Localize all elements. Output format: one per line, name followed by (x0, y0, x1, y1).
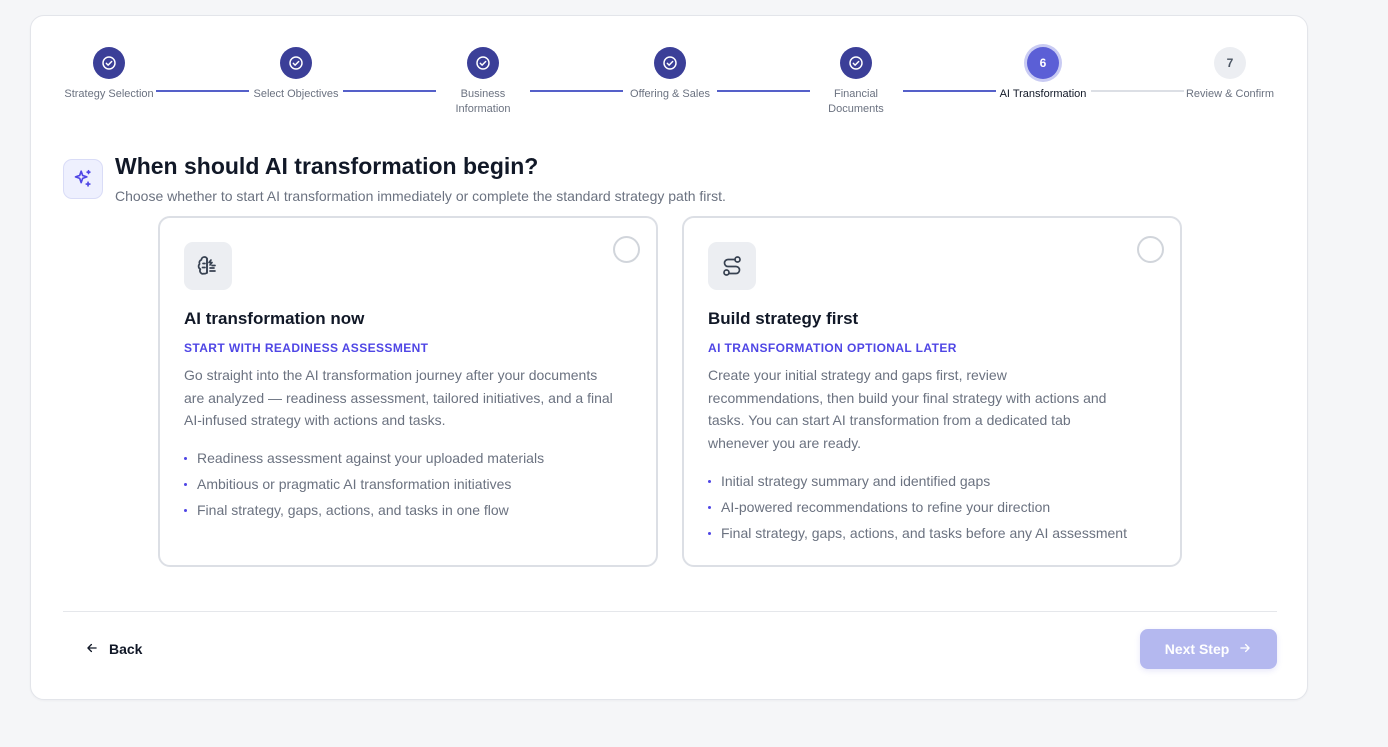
back-button[interactable]: Back (75, 629, 152, 669)
step-label: Offering & Sales (630, 88, 710, 100)
option-radio[interactable] (1137, 236, 1164, 263)
step-number: 7 (1214, 47, 1246, 79)
check-circle-icon (467, 47, 499, 79)
arrow-left-icon (85, 641, 99, 658)
step-business-information[interactable]: Business Information (413, 47, 553, 117)
list-item: Readiness assessment against your upload… (184, 450, 544, 467)
check-circle-icon (280, 47, 312, 79)
step-number: 6 (1027, 47, 1059, 79)
option-tag: AI TRANSFORMATION OPTIONAL LATER (708, 341, 957, 355)
step-offering-sales[interactable]: Offering & Sales (600, 47, 740, 102)
option-bullets: Initial strategy summary and identified … (708, 473, 1127, 551)
step-label: Select Objectives (253, 88, 339, 100)
back-label: Back (109, 641, 143, 657)
page-subtitle: Choose whether to start AI transformatio… (115, 188, 726, 204)
check-circle-icon (840, 47, 872, 79)
check-circle-icon (93, 47, 125, 79)
brain-icon (184, 242, 232, 290)
wizard-card: Strategy Selection Select Objectives Bus… (30, 15, 1308, 700)
list-item: Final strategy, gaps, actions, and tasks… (708, 525, 1127, 542)
option-ai-transformation-now[interactable]: AI transformation now START WITH READINE… (158, 216, 658, 567)
list-item: Final strategy, gaps, actions, and tasks… (184, 502, 544, 519)
step-financial-documents[interactable]: Financial Documents (786, 47, 926, 117)
option-tag: START WITH READINESS ASSESSMENT (184, 341, 429, 355)
step-select-objectives[interactable]: Select Objectives (226, 47, 366, 102)
next-step-button[interactable]: Next Step (1140, 629, 1277, 669)
list-item: AI-powered recommendations to refine you… (708, 499, 1127, 516)
step-label: Review & Confirm (1185, 88, 1275, 100)
step-label: Business Information (455, 88, 511, 115)
step-label: Financial Documents (828, 88, 884, 115)
route-icon (708, 242, 756, 290)
list-item: Initial strategy summary and identified … (708, 473, 1127, 490)
stepper: Strategy Selection Select Objectives Bus… (31, 16, 1309, 126)
step-ai-transformation[interactable]: 6 AI Transformation (973, 47, 1113, 102)
option-radio[interactable] (613, 236, 640, 263)
option-title: Build strategy first (708, 309, 859, 328)
page-title: When should AI transformation begin? (115, 153, 539, 179)
arrow-right-icon (1238, 641, 1252, 658)
step-label: Strategy Selection (64, 88, 154, 100)
next-label: Next Step (1164, 641, 1230, 657)
option-title: AI transformation now (184, 309, 365, 328)
option-description: Create your initial strategy and gaps fi… (708, 367, 1107, 451)
check-circle-icon (654, 47, 686, 79)
option-description: Go straight into the AI transformation j… (184, 367, 613, 428)
step-label: AI Transformation (999, 88, 1087, 100)
list-item: Ambitious or pragmatic AI transformation… (184, 476, 544, 493)
step-review-confirm[interactable]: 7 Review & Confirm (1160, 47, 1300, 102)
step-strategy-selection[interactable]: Strategy Selection (39, 47, 179, 102)
footer-divider (63, 611, 1277, 612)
option-build-strategy-first[interactable]: Build strategy first AI TRANSFORMATION O… (682, 216, 1182, 567)
option-bullets: Readiness assessment against your upload… (184, 450, 544, 528)
sparkles-icon (63, 159, 103, 199)
